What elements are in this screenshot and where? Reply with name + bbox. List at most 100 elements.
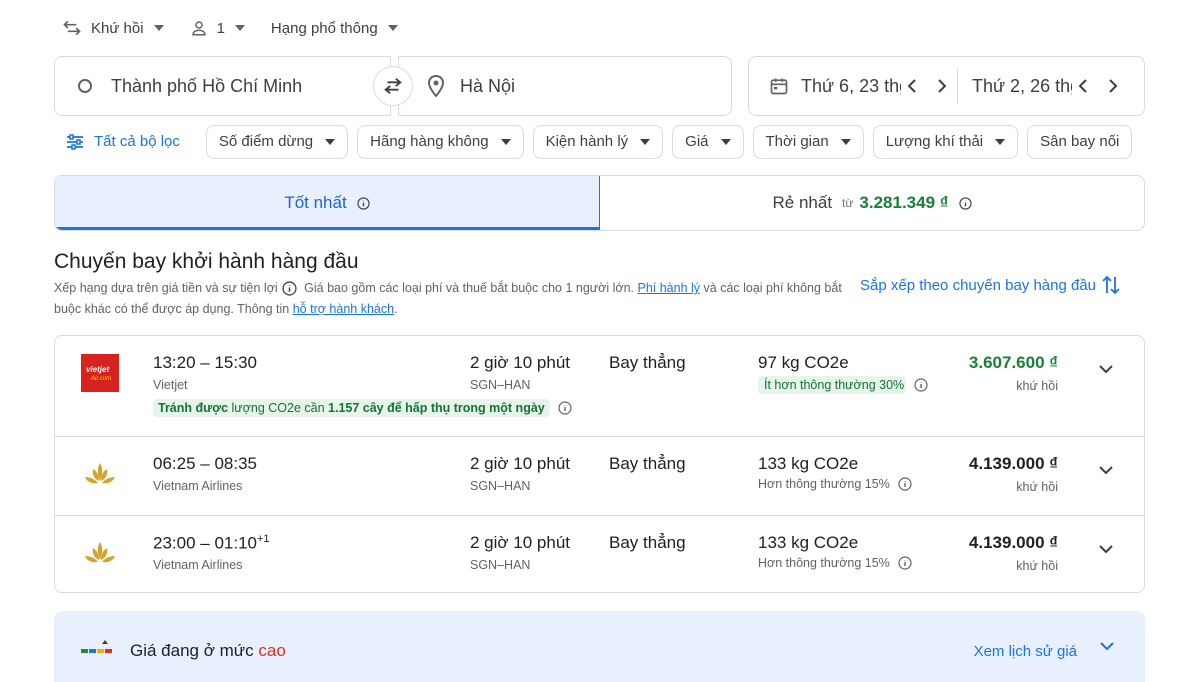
chip-label: Thời gian [765, 133, 829, 150]
next-return-date-button[interactable] [1108, 79, 1118, 93]
filter-chip-times[interactable]: Thời gian [752, 124, 864, 159]
expand-chevron-icon[interactable] [1098, 364, 1114, 374]
location-pin-icon [427, 75, 445, 97]
tab-best[interactable]: Tốt nhất [55, 176, 600, 230]
tab-best-label: Tốt nhất [284, 193, 347, 212]
expand-chevron-icon[interactable] [1098, 465, 1114, 475]
all-filters-label: Tất cả bộ lọc [94, 133, 180, 150]
date-range-field[interactable]: Thứ 6, 23 thg Thứ 2, 26 thg [748, 56, 1145, 116]
filter-sliders-icon [66, 133, 94, 150]
info-icon[interactable] [890, 556, 912, 570]
info-icon[interactable] [357, 196, 370, 210]
tab-cheapest-label: Rẻ nhất [772, 193, 833, 212]
info-icon[interactable] [958, 196, 972, 210]
caret-down-icon [325, 138, 336, 145]
caret-down-icon [640, 138, 651, 145]
from-label: từ [842, 196, 854, 210]
flight-price: 3.607.600 ₫ [968, 353, 1058, 372]
all-filters-button[interactable]: Tất cả bộ lọc [66, 133, 180, 150]
flight-duration: 2 giờ 10 phút [470, 533, 570, 552]
passenger-support-link[interactable]: hỗ trợ hành khách [293, 302, 394, 316]
flight-route: SGN–HAN [470, 558, 531, 572]
eco-trees: 1.157 cây để hấp thụ trong một ngày [328, 401, 545, 415]
flight-row[interactable]: 23:00 – 01:10+1 Vietnam Airlines 2 giờ 1… [55, 515, 1144, 592]
sort-tabs: Tốt nhất Rẻ nhất từ 3.281.349 ₫ [54, 175, 1145, 231]
next-day-marker: +1 [256, 533, 270, 545]
filter-bar: Tất cả bộ lọc Số điểm dừng Hãng hàng khô… [54, 124, 1145, 159]
desc-end: . [394, 302, 398, 316]
next-date-button[interactable] [937, 79, 947, 93]
emissions-note: Hơn thông thường 15% [758, 556, 912, 570]
return-date[interactable]: Thứ 2, 26 thg [972, 57, 1118, 115]
depart-date-value: Thứ 6, 23 thg [801, 75, 901, 96]
airline-name: Vietnam Airlines [153, 479, 243, 493]
caret-down-icon [387, 25, 398, 31]
svg-text:Air.com: Air.com [90, 376, 111, 382]
sort-button[interactable]: Sắp xếp theo chuyến bay hàng đầu [860, 274, 1120, 296]
trip-type-select[interactable]: Khứ hồi [62, 18, 164, 38]
caret-down-icon [153, 25, 164, 31]
filter-chip-airlines[interactable]: Hãng hàng không [357, 124, 524, 159]
sort-arrows-icon [1096, 274, 1120, 296]
caret-down-icon [720, 138, 731, 145]
origin-field[interactable]: Thành phố Hồ Chí Minh [54, 56, 391, 116]
prev-date-button[interactable] [907, 79, 917, 93]
tab-cheapest[interactable]: Rẻ nhất từ 3.281.349 ₫ [600, 176, 1144, 230]
round-trip-icon [62, 18, 82, 38]
passenger-select[interactable]: 1 [190, 19, 245, 37]
flight-stops: Bay thẳng [609, 533, 686, 552]
price-trip-type: khứ hồi [1016, 559, 1058, 573]
trip-options-row: Khứ hồi 1 Hạng phổ thông [62, 14, 424, 42]
swap-button[interactable] [373, 66, 413, 106]
vietnam-airlines-lotus-icon [81, 534, 119, 572]
airline-name: Vietnam Airlines [153, 558, 243, 572]
caret-down-icon [840, 138, 851, 145]
cabin-class-select[interactable]: Hạng phổ thông [271, 20, 398, 37]
depart-date[interactable]: Thứ 6, 23 thg [769, 57, 947, 115]
svg-text:vietjet: vietjet [86, 365, 109, 374]
emissions-value: 133 kg CO2e [758, 454, 859, 473]
price-level-icon [81, 639, 113, 661]
info-icon[interactable] [550, 401, 572, 415]
info-icon[interactable] [890, 477, 912, 491]
destination-value: Hà Nội [460, 75, 516, 96]
emissions-note: Ít hơn thông thường 30% [758, 376, 928, 394]
info-icon[interactable] [906, 378, 928, 392]
emissions-value: 97 kg CO2e [758, 353, 849, 372]
caret-down-icon [500, 138, 511, 145]
caret-down-icon [995, 138, 1006, 145]
destination-field[interactable]: Hà Nội [398, 56, 732, 116]
emissions-value: 133 kg CO2e [758, 533, 859, 552]
filter-chip-stops[interactable]: Số điểm dừng [205, 124, 349, 159]
times-text: 23:00 – 01:10 [153, 533, 257, 553]
person-icon [190, 19, 208, 37]
prev-return-date-button[interactable] [1078, 79, 1088, 93]
chip-label: Sân bay nối [1040, 133, 1120, 150]
emissions-note-text: Hơn thông thường 15% [758, 556, 890, 570]
eco-banner: Tránh được lượng CO2e cần 1.157 cây để h… [153, 399, 572, 417]
filter-chip-connecting-airports[interactable]: Sân bay nối [1027, 124, 1133, 159]
expand-chevron-icon[interactable] [1098, 544, 1114, 554]
bag-fee-link[interactable]: Phí hành lý [637, 281, 700, 295]
chip-label: Giá [685, 133, 709, 150]
chevron-down-icon[interactable] [1099, 641, 1115, 651]
price-insight-panel[interactable]: Giá đang ở mức cao Xem lịch sử giá [54, 611, 1145, 682]
info-icon[interactable] [282, 281, 297, 296]
price-level-label: Giá đang ở mức [130, 641, 254, 660]
price-trip-type: khứ hồi [1016, 379, 1058, 393]
origin-circle-icon [78, 79, 92, 93]
price-history-link[interactable]: Xem lịch sử giá [974, 643, 1077, 660]
flight-stops: Bay thẳng [609, 454, 686, 473]
flight-times: 13:20 – 15:30 [153, 353, 257, 372]
filter-chip-emissions[interactable]: Lượng khí thải [872, 124, 1019, 159]
price-trip-type: khứ hồi [1016, 480, 1058, 494]
flight-row[interactable]: vietjet Air.com 13:20 – 15:30 Vietjet 2 g… [55, 336, 1144, 436]
emissions-note: Hơn thông thường 15% [758, 477, 912, 491]
flight-times: 23:00 – 01:10+1 [153, 533, 270, 554]
caret-down-icon [234, 25, 245, 31]
filter-chip-bags[interactable]: Kiện hành lý [532, 124, 664, 159]
swap-arrows-icon [382, 75, 404, 97]
filter-chip-price[interactable]: Giá [672, 124, 744, 159]
chip-label: Lượng khí thải [885, 133, 984, 150]
flight-row[interactable]: 06:25 – 08:35 Vietnam Airlines 2 giờ 10 … [55, 436, 1144, 515]
